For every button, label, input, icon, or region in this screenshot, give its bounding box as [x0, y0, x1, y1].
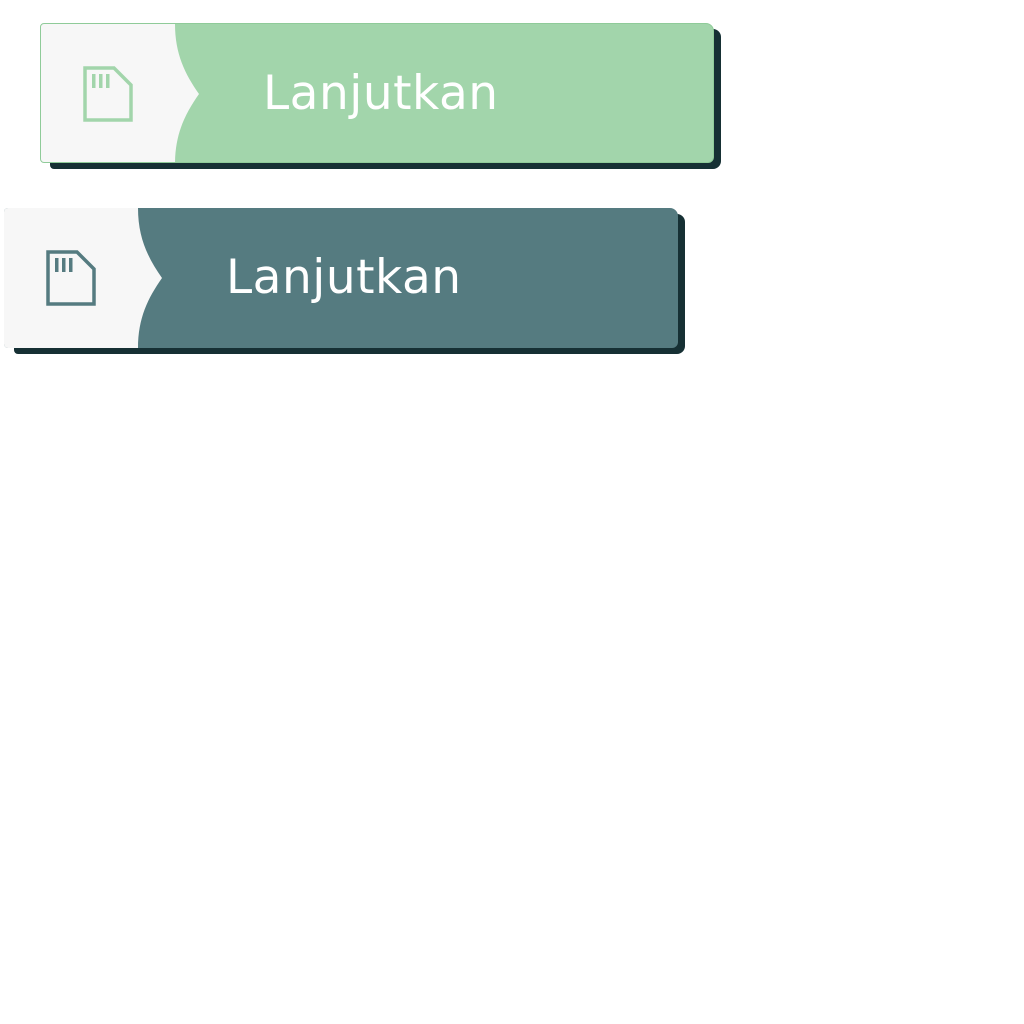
canvas: Lanjutkan Lanjutkan — [0, 0, 1024, 1024]
button-face: Lanjutkan — [40, 23, 714, 163]
button-label: Lanjutkan — [263, 66, 499, 121]
sd-card-icon — [45, 250, 97, 306]
chevron-notch — [138, 208, 162, 348]
continue-button-teal[interactable]: Lanjutkan — [4, 208, 685, 354]
icon-cell — [4, 208, 138, 348]
sd-card-icon — [82, 66, 134, 122]
button-label: Lanjutkan — [226, 250, 462, 305]
chevron-notch — [175, 24, 199, 162]
button-face: Lanjutkan — [4, 208, 678, 348]
continue-button-green[interactable]: Lanjutkan — [40, 23, 721, 169]
icon-cell — [41, 24, 175, 162]
